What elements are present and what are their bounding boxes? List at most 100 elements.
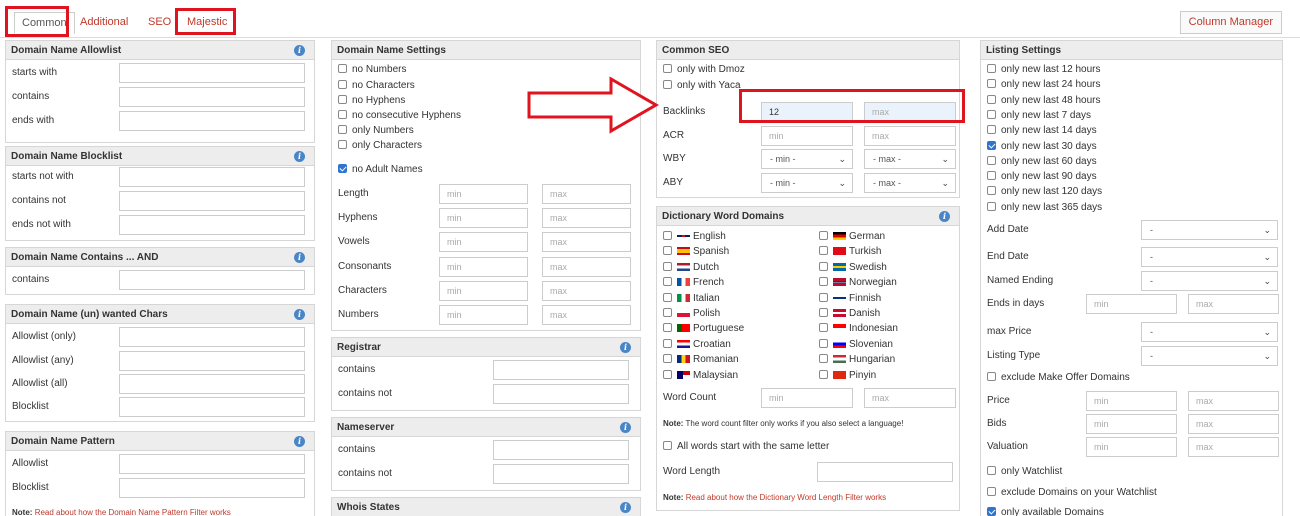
contains-input[interactable] [119,87,305,107]
word-length-input[interactable] [817,462,953,482]
language-checkbox-slovenian[interactable]: Slovenian [819,338,893,352]
end-date-select[interactable]: - ⌄ [1141,247,1278,267]
no-characters-checkbox[interactable]: no Characters [338,79,415,93]
valuation-max-input[interactable]: max [1188,437,1279,457]
tab-seo[interactable]: SEO [141,12,178,34]
listing-new-checkbox-2[interactable]: only new last 48 hours [987,94,1101,108]
word-count-max-input[interactable]: max [864,388,956,408]
pattern-allowlist-input[interactable] [119,454,305,474]
word-count-min-input[interactable]: min [761,388,853,408]
language-checkbox-portuguese[interactable]: Portuguese [663,322,744,336]
allowlist-only-input[interactable] [119,327,305,347]
same-letter-checkbox[interactable]: All words start with the same letter [663,440,829,454]
listing-new-checkbox-7[interactable]: only new last 90 days [987,170,1097,184]
only-with-dmoz-checkbox[interactable]: only with Dmoz [663,63,745,77]
ends-in-days-max-input[interactable]: max [1188,294,1279,314]
pattern-help-link[interactable]: Read about how the Domain Name Pattern F… [35,508,231,516]
no-hyphens-checkbox[interactable]: no Hyphens [338,94,405,108]
acr-max-input[interactable]: max [864,126,956,146]
listing-type-select[interactable]: - ⌄ [1141,346,1278,366]
vowels-max-input[interactable]: max [542,232,631,252]
bids-min-input[interactable]: min [1086,414,1177,434]
info-icon[interactable]: i [620,342,631,353]
allowlist-all-input[interactable] [119,374,305,394]
language-checkbox-french[interactable]: French [663,276,724,290]
contains-and-input[interactable] [119,270,305,290]
info-icon[interactable]: i [294,309,305,320]
price-max-input[interactable]: max [1188,391,1279,411]
only-watchlist-checkbox[interactable]: only Watchlist [987,465,1062,479]
language-checkbox-finnish[interactable]: Finnish [819,292,881,306]
language-checkbox-malaysian[interactable]: Malaysian [663,369,738,383]
only-available-checkbox[interactable]: only available Domains [987,506,1104,516]
hyphens-min-input[interactable]: min [439,208,528,228]
only-characters-checkbox[interactable]: only Characters [338,139,422,153]
wby-min-select[interactable]: - min - ⌄ [761,149,853,169]
hyphens-max-input[interactable]: max [542,208,631,228]
named-ending-select[interactable]: - ⌄ [1141,271,1278,291]
language-checkbox-croatian[interactable]: Croatian [663,338,731,352]
nameserver-contains-not-input[interactable] [493,464,629,484]
listing-new-checkbox-0[interactable]: only new last 12 hours [987,63,1101,77]
info-icon[interactable]: i [294,151,305,162]
no-consecutive-hyphens-checkbox[interactable]: no consecutive Hyphens [338,109,461,123]
info-icon[interactable]: i [939,211,950,222]
numbers-max-input[interactable]: max [542,305,631,325]
contains-not-input[interactable] [119,191,305,211]
no-numbers-checkbox[interactable]: no Numbers [338,63,406,77]
registrar-contains-not-input[interactable] [493,384,629,404]
ends-with-input[interactable] [119,111,305,131]
ends-in-days-min-input[interactable]: min [1086,294,1177,314]
word-length-help-link[interactable]: Read about how the Dictionary Word Lengt… [686,493,886,502]
only-numbers-checkbox[interactable]: only Numbers [338,124,414,138]
length-min-input[interactable]: min [439,184,528,204]
consonants-max-input[interactable]: max [542,257,631,277]
info-icon[interactable]: i [620,422,631,433]
language-checkbox-hungarian[interactable]: Hungarian [819,353,895,367]
language-checkbox-spanish[interactable]: Spanish [663,245,729,259]
allowlist-any-input[interactable] [119,351,305,371]
numbers-min-input[interactable]: min [439,305,528,325]
pattern-blocklist-input[interactable] [119,478,305,498]
tab-additional[interactable]: Additional [73,12,135,34]
info-icon[interactable]: i [294,436,305,447]
language-checkbox-german[interactable]: German [819,230,885,244]
language-checkbox-indonesian[interactable]: Indonesian [819,322,898,336]
acr-min-input[interactable]: min [761,126,853,146]
ends-not-with-input[interactable] [119,215,305,235]
aby-min-select[interactable]: - min - ⌄ [761,173,853,193]
bids-max-input[interactable]: max [1188,414,1279,434]
vowels-min-input[interactable]: min [439,232,528,252]
unwanted-blocklist-input[interactable] [119,397,305,417]
registrar-contains-input[interactable] [493,360,629,380]
valuation-min-input[interactable]: min [1086,437,1177,457]
column-manager-button[interactable]: Column Manager [1179,11,1282,34]
language-checkbox-swedish[interactable]: Swedish [819,261,887,275]
listing-new-checkbox-3[interactable]: only new last 7 days [987,109,1091,123]
listing-new-checkbox-9[interactable]: only new last 365 days [987,201,1102,215]
starts-with-input[interactable] [119,63,305,83]
language-checkbox-polish[interactable]: Polish [663,307,720,321]
listing-new-checkbox-1[interactable]: only new last 24 hours [987,78,1101,92]
only-with-yaca-checkbox[interactable]: only with Yaca [663,79,741,93]
exclude-make-offer-checkbox[interactable]: exclude Make Offer Domains [987,371,1130,385]
language-checkbox-romanian[interactable]: Romanian [663,353,739,367]
listing-new-checkbox-6[interactable]: only new last 60 days [987,155,1097,169]
language-checkbox-pinyin[interactable]: Pinyin [819,369,876,383]
language-checkbox-danish[interactable]: Danish [819,307,880,321]
language-checkbox-english[interactable]: English [663,230,726,244]
no-adult-names-checkbox[interactable]: no Adult Names [338,163,423,177]
language-checkbox-italian[interactable]: Italian [663,292,720,306]
exclude-watchlist-checkbox[interactable]: exclude Domains on your Watchlist [987,486,1157,500]
listing-new-checkbox-8[interactable]: only new last 120 days [987,185,1102,199]
info-icon[interactable]: i [620,502,631,513]
price-min-input[interactable]: min [1086,391,1177,411]
add-date-select[interactable]: - ⌄ [1141,220,1278,240]
listing-new-checkbox-4[interactable]: only new last 14 days [987,124,1097,138]
characters-max-input[interactable]: max [542,281,631,301]
nameserver-contains-input[interactable] [493,440,629,460]
info-icon[interactable]: i [294,252,305,263]
consonants-min-input[interactable]: min [439,257,528,277]
listing-new-checkbox-5[interactable]: only new last 30 days [987,140,1097,154]
info-icon[interactable]: i [294,45,305,56]
